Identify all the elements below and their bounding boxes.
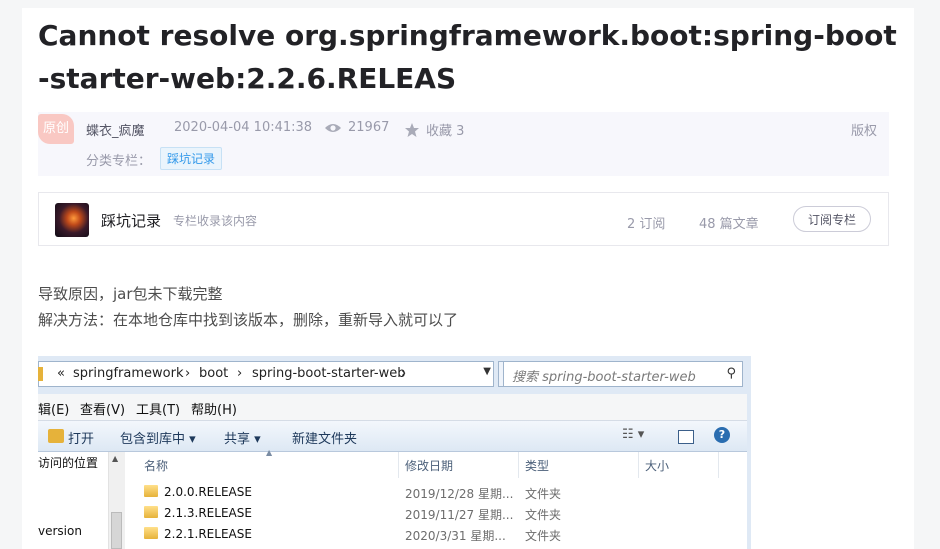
toolbar-open: 打开 — [68, 432, 95, 447]
address-bar: « springframework › boot › spring-boot-s… — [38, 361, 494, 387]
address-seg-starter-web: spring-boot-starter-web — [252, 366, 406, 381]
category-tag[interactable]: 踩坑记录 — [160, 147, 223, 170]
search-placeholder: 搜索 spring-boot-starter-web — [512, 370, 696, 385]
column-modified-header: 修改日期 — [405, 459, 454, 473]
author-link[interactable]: 蝶衣_疯魔 — [86, 120, 145, 139]
subscriber-count: 2 订阅 — [627, 217, 666, 232]
file-name: 2.2.1.RELEASE — [164, 527, 252, 541]
star-icon — [405, 122, 419, 137]
explorer-toolbar: 打开 包含到库中 ▾ 共享 ▾ 新建文件夹 ☷ ▾ ? — [38, 421, 751, 452]
window-border — [747, 394, 751, 549]
preview-pane-icon — [678, 430, 694, 444]
nav-version: version — [38, 524, 82, 538]
article-meta-bar: 原创 蝶衣_疯魔 2020-04-04 10:41:38 21967 收藏 3 … — [38, 112, 889, 176]
file-type: 文件夹 — [525, 508, 562, 522]
file-type: 文件夹 — [525, 487, 562, 501]
publish-time: 2020-04-04 10:41:38 — [174, 120, 313, 135]
favorite-label: 收藏 3 — [426, 124, 465, 139]
toolbar-include-library: 包含到库中 ▾ — [120, 432, 196, 447]
help-icon: ? — [714, 427, 730, 443]
subscribe-column-button[interactable]: 订阅专栏 — [793, 206, 871, 232]
view-options-icon: ☷ ▾ — [622, 427, 645, 442]
column-avatar[interactable] — [55, 203, 89, 237]
file-date: 2019/11/27 星期... — [405, 508, 514, 522]
search-icon: ⚲ — [726, 366, 736, 381]
view-count-value: 21967 — [348, 120, 390, 135]
favorite-button[interactable]: 收藏 3 — [404, 120, 464, 139]
scroll-up-icon: ▲ — [112, 454, 119, 463]
eye-icon — [325, 123, 341, 132]
chevron-right-icon: › — [237, 366, 243, 381]
file-date: 2020/3/31 星期... — [405, 529, 506, 543]
copyright-link[interactable]: 版权 — [851, 120, 877, 139]
address-seg-springframework: springframework — [73, 366, 184, 381]
file-list: 名称 ▲ 修改日期 类型 大小 2.0.0.RELEASE 2019/12/28… — [126, 448, 747, 549]
scroll-thumb — [111, 512, 122, 549]
view-count: 21967 — [324, 120, 389, 135]
folder-icon — [144, 527, 158, 539]
sort-up-icon: ▲ — [266, 448, 273, 457]
nav-scrollbar: ▲ — [108, 452, 125, 549]
open-icon — [48, 429, 64, 443]
file-list-header: 名称 ▲ 修改日期 类型 大小 — [126, 448, 747, 478]
article-count: 48 篇文章 — [699, 217, 759, 232]
address-arrow: « — [57, 366, 65, 381]
category-label: 分类专栏： — [86, 154, 152, 169]
column-desc: 专栏收录该内容 — [173, 214, 258, 228]
file-date: 2019/12/28 星期... — [405, 487, 514, 501]
body-text-solution: 解决方法：在本地仓库中找到该版本，删除，重新导入就可以了 — [38, 311, 459, 329]
nav-recent-places: 访问的位置 — [38, 456, 99, 470]
column-name-header: 名称 — [144, 459, 169, 473]
chevron-down-icon: ▼ — [483, 366, 491, 377]
toolbar-new-folder: 新建文件夹 — [292, 432, 358, 447]
file-name: 2.0.0.RELEASE — [164, 485, 252, 499]
body-text-cause: 导致原因，jar包未下载完整 — [38, 285, 223, 303]
file-row: 2.1.3.RELEASE 2019/11/27 星期... 文件夹 — [126, 503, 747, 524]
column-size-header: 大小 — [645, 459, 670, 473]
menu-help: 帮助(H) — [191, 403, 237, 418]
column-name[interactable]: 踩坑记录 — [101, 210, 161, 231]
search-box: 搜索 spring-boot-starter-web ⚲ — [503, 361, 743, 387]
folder-icon — [38, 367, 43, 381]
original-badge: 原创 — [38, 114, 74, 144]
menu-view: 查看(V) — [80, 403, 126, 418]
menu-bar: 辑(E) 查看(V) 工具(T) 帮助(H) — [38, 394, 751, 421]
file-row: 2.2.1.RELEASE 2020/3/31 星期... 文件夹 — [126, 524, 747, 545]
chevron-right-icon: › — [185, 366, 191, 381]
article-title: Cannot resolve org.springframework.boot:… — [38, 19, 897, 95]
toolbar-share: 共享 ▾ — [224, 432, 261, 447]
column-type-header: 类型 — [525, 459, 550, 473]
address-seg-boot: boot — [199, 366, 229, 381]
chevron-right-icon: › — [401, 366, 407, 381]
file-row: 2.0.0.RELEASE 2019/12/28 星期... 文件夹 — [126, 482, 747, 503]
menu-edit: 辑(E) — [38, 403, 70, 418]
file-type: 文件夹 — [525, 529, 562, 543]
column-box: 踩坑记录 专栏收录该内容 2 订阅 48 篇文章 订阅专栏 — [38, 192, 889, 246]
file-name: 2.1.3.RELEASE — [164, 506, 252, 520]
explorer-screenshot: « springframework › boot › spring-boot-s… — [38, 356, 751, 549]
folder-icon — [144, 506, 158, 518]
menu-tools: 工具(T) — [136, 403, 181, 418]
folder-icon — [144, 485, 158, 497]
